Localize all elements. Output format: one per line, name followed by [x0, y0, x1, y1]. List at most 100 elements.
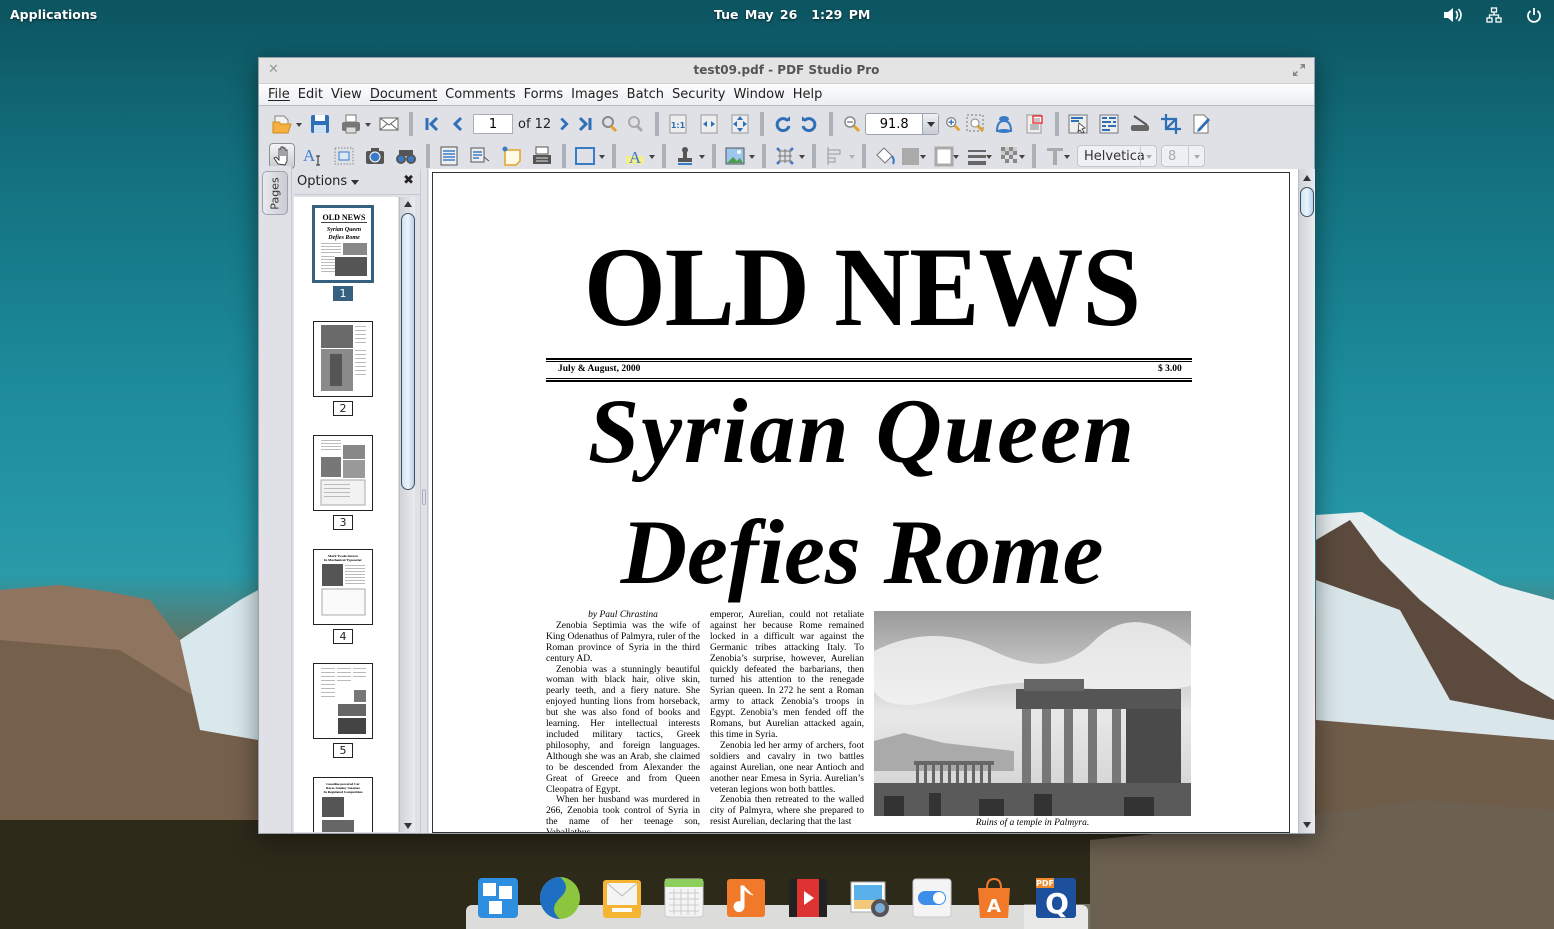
mail-icon[interactable]	[600, 876, 644, 920]
sticky-note-icon[interactable]	[498, 143, 524, 169]
open-dropdown[interactable]	[295, 111, 303, 137]
font-size-dropdown[interactable]	[1188, 146, 1204, 166]
first-page-icon[interactable]	[419, 111, 445, 137]
zoom-in-icon[interactable]	[943, 111, 963, 137]
page-thumbnail[interactable]: Gasoline-powered Car Races Stanley Steame…	[313, 777, 373, 832]
power-icon[interactable]	[1524, 6, 1544, 24]
menu-view[interactable]: View	[328, 87, 365, 102]
next-view-icon[interactable]	[622, 111, 648, 137]
previous-page-icon[interactable]	[445, 111, 471, 137]
rectangle-tool-icon[interactable]	[572, 143, 598, 169]
clock[interactable]: Tue May 26 1:29 PM	[714, 7, 870, 22]
system-settings-icon[interactable]	[910, 876, 954, 920]
actual-size-icon[interactable]: 1:1	[665, 111, 691, 137]
applications-menu-button[interactable]: Applications	[10, 7, 97, 22]
print-dropdown[interactable]	[364, 111, 372, 137]
scroll-down-button[interactable]	[1299, 817, 1314, 831]
text-select-tool-icon[interactable]: A	[300, 143, 326, 169]
rotate-clockwise-icon[interactable]	[770, 111, 796, 137]
document-scrollbar[interactable]	[1298, 169, 1315, 833]
loupe-icon[interactable]	[991, 111, 1017, 137]
menu-document[interactable]: Document	[367, 87, 440, 102]
multitasking-view-icon[interactable]	[476, 876, 520, 920]
previous-view-icon[interactable]	[596, 111, 622, 137]
menu-images[interactable]: Images	[568, 87, 622, 102]
next-page-icon[interactable]	[554, 111, 574, 137]
menu-batch[interactable]: Batch	[624, 87, 667, 102]
snapshot-select-icon[interactable]	[331, 143, 357, 169]
text-format-icon[interactable]	[1042, 143, 1068, 169]
menu-window[interactable]: Window	[730, 87, 787, 102]
app-center-icon[interactable]: A	[972, 876, 1016, 920]
videos-icon[interactable]	[786, 876, 830, 920]
volume-icon[interactable]	[1443, 6, 1463, 24]
line-width-icon[interactable]	[964, 143, 990, 169]
fill-color-icon[interactable]	[872, 143, 898, 169]
zoom-input[interactable]	[866, 114, 923, 134]
scroll-up-button[interactable]	[1299, 171, 1314, 185]
align-dropdown[interactable]	[848, 143, 856, 169]
page-thumbnail[interactable]: OLD NEWS Syrian Queen Defies Rome 1	[312, 205, 374, 301]
menu-forms[interactable]: Forms	[521, 87, 567, 102]
page-thumbnail[interactable]: 3	[313, 435, 373, 530]
music-icon[interactable]	[724, 876, 768, 920]
border-color-swatch[interactable]	[931, 143, 957, 169]
email-icon[interactable]	[376, 111, 402, 137]
font-name-select[interactable]: Helvetica	[1077, 145, 1157, 167]
zoom-combo[interactable]	[865, 113, 940, 135]
scrollbar-thumb[interactable]	[401, 213, 415, 490]
last-page-icon[interactable]	[574, 111, 596, 137]
fit-width-icon[interactable]	[696, 111, 722, 137]
shape-dropdown[interactable]	[598, 143, 606, 169]
scroll-down-button[interactable]	[400, 818, 415, 832]
zoom-dropdown-button[interactable]	[922, 114, 939, 134]
web-browser-icon[interactable]	[538, 876, 582, 920]
menu-edit[interactable]: Edit	[295, 87, 326, 102]
page-thumbnail[interactable]: Mark Twain Invests In Mechanical Typesett…	[313, 549, 373, 644]
form-fields-icon[interactable]	[1096, 111, 1122, 137]
align-icon[interactable]	[822, 143, 848, 169]
page-comments-icon[interactable]	[1022, 111, 1048, 137]
opacity-icon[interactable]	[997, 143, 1023, 169]
pages-tab[interactable]: Pages	[262, 171, 288, 215]
highlight-icon[interactable]: A	[622, 143, 648, 169]
font-name-dropdown[interactable]	[1140, 146, 1156, 166]
stamp-dropdown[interactable]	[698, 143, 706, 169]
insert-image-icon[interactable]	[722, 143, 748, 169]
calendar-icon[interactable]	[662, 876, 706, 920]
page-thumbnail[interactable]: 5	[313, 663, 373, 758]
callout-icon[interactable]	[467, 143, 493, 169]
menu-security[interactable]: Security	[669, 87, 728, 102]
stamp-icon[interactable]	[672, 143, 698, 169]
pdf-studio-icon[interactable]: PDF Q	[1034, 876, 1078, 920]
scanner-icon[interactable]	[1127, 111, 1153, 137]
save-icon[interactable]	[307, 111, 333, 137]
title-bar[interactable]: ✕ test09.pdf - PDF Studio Pro	[259, 58, 1314, 84]
marquee-zoom-icon[interactable]	[963, 111, 989, 137]
image-dropdown[interactable]	[748, 143, 756, 169]
page-number-input[interactable]	[473, 114, 513, 134]
select-text-tool-icon[interactable]	[1065, 111, 1091, 137]
crop-icon[interactable]	[1158, 111, 1184, 137]
camera-icon[interactable]	[362, 143, 388, 169]
grid-dropdown[interactable]	[798, 143, 806, 169]
options-menu-button[interactable]: Options	[297, 174, 359, 189]
fit-page-icon[interactable]	[727, 111, 753, 137]
menu-file[interactable]: File	[265, 87, 293, 102]
fill-color-swatch[interactable]	[898, 143, 924, 169]
print-icon[interactable]	[338, 111, 364, 137]
grid-icon[interactable]	[772, 143, 798, 169]
photos-icon[interactable]	[848, 876, 892, 920]
page-thumbnail[interactable]: 2	[313, 321, 373, 416]
maximize-icon[interactable]	[1292, 63, 1306, 77]
scrollbar-thumb[interactable]	[1300, 187, 1314, 217]
network-icon[interactable]	[1484, 6, 1504, 24]
search-binoculars-icon[interactable]	[393, 143, 419, 169]
panel-splitter[interactable]	[420, 169, 428, 833]
typewriter-icon[interactable]	[529, 143, 555, 169]
sign-document-icon[interactable]	[1189, 111, 1215, 137]
panel-close-icon[interactable]: ✖	[403, 173, 414, 188]
thumbnails-scrollbar[interactable]	[399, 197, 415, 832]
text-box-icon[interactable]	[436, 143, 462, 169]
menu-comments[interactable]: Comments	[442, 87, 518, 102]
